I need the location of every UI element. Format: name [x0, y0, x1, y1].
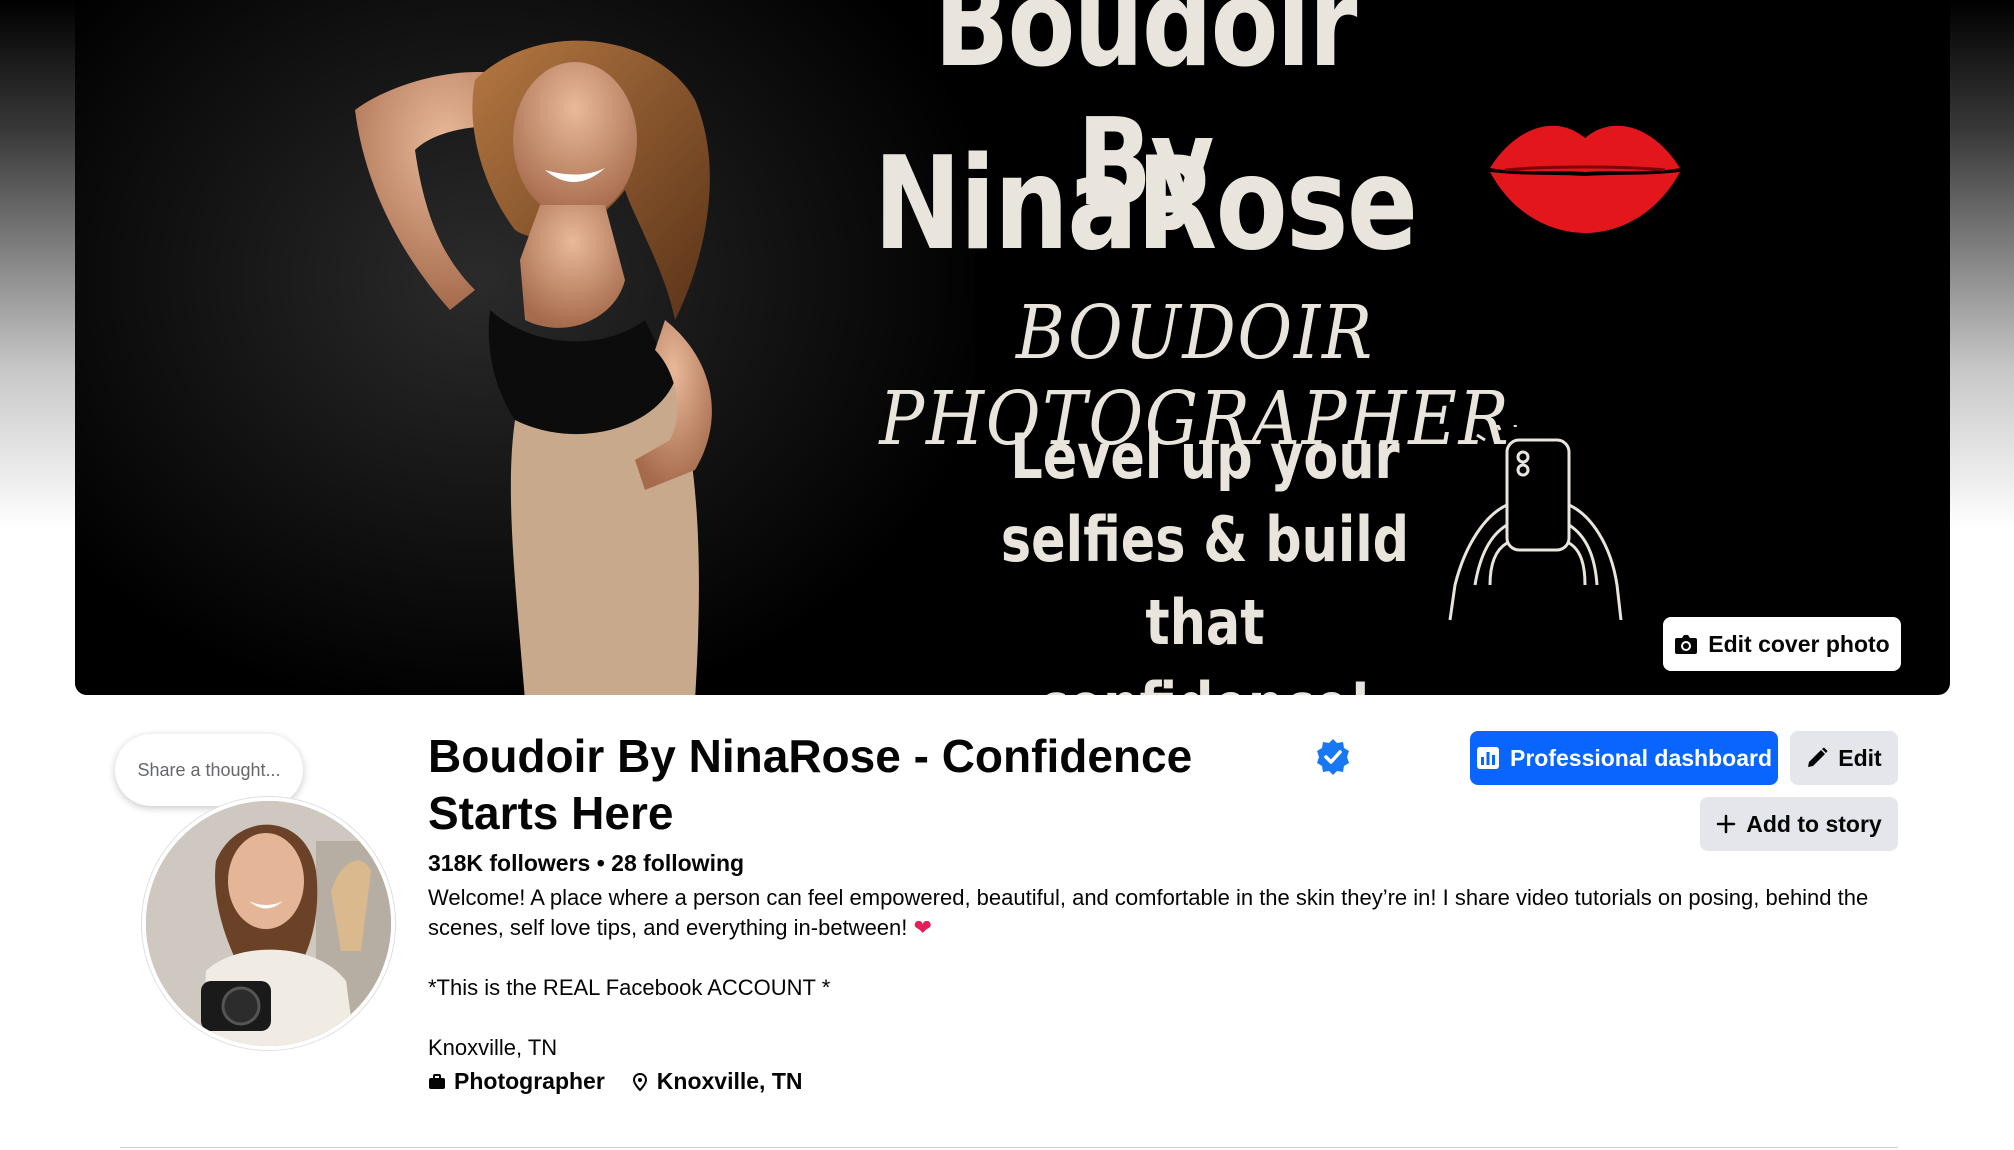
verified-badge-icon: [1317, 739, 1349, 775]
camera-icon: [1675, 635, 1698, 654]
pencil-icon: [1808, 747, 1828, 767]
heart-emoji-icon: ❤: [913, 915, 932, 940]
add-to-story-button[interactable]: Add to story: [1700, 797, 1898, 851]
follow-stats[interactable]: 318K followers • 28 following: [428, 850, 744, 877]
profile-avatar[interactable]: [142, 797, 395, 1050]
red-lips-icon: [1490, 125, 1680, 233]
cover-title-line2: NinaRose: [873, 130, 1418, 279]
page-meta-row: Photographer Knoxville, TN: [428, 1068, 802, 1095]
phone-hands-icon: [1448, 425, 1623, 621]
bio-spacer: [428, 943, 1888, 973]
profile-avatar-image: [146, 801, 391, 1046]
add-to-story-label: Add to story: [1746, 810, 1882, 837]
section-divider: [120, 1147, 1898, 1148]
cover-tagline: Level up your selfies & build that confi…: [959, 415, 1451, 695]
edit-label: Edit: [1838, 744, 1882, 771]
location-pin-icon: [632, 1072, 647, 1091]
page-category-label: Photographer: [454, 1068, 605, 1094]
cover-woman-image: [355, 40, 712, 695]
cover-tagline-line2: selfies & build that: [1000, 503, 1410, 659]
plus-icon: [1717, 814, 1736, 834]
share-thought-placeholder: Share a thought...: [137, 759, 281, 780]
bio-location: Knoxville, TN: [428, 1035, 558, 1060]
cover-photo[interactable]: Boudoir By NinaRose BOUDOIR PHOTOGRAPHER…: [75, 0, 1950, 695]
bio-intro-text: Welcome! A place where a person can feel…: [428, 885, 1869, 940]
bio-intro: Welcome! A place where a person can feel…: [428, 883, 1888, 943]
briefcase-icon: [429, 1073, 445, 1089]
dashboard-chart-icon: [1476, 747, 1499, 769]
bio-spacer: [428, 1003, 1888, 1033]
professional-dashboard-label: Professional dashboard: [1509, 744, 1772, 771]
page-title: Boudoir By NinaRose - Confidence Starts …: [428, 730, 1193, 839]
professional-dashboard-button[interactable]: Professional dashboard: [1470, 731, 1778, 785]
edit-cover-photo-label: Edit cover photo: [1708, 630, 1890, 657]
page-location-label: Knoxville, TN: [656, 1068, 803, 1094]
edit-button[interactable]: Edit: [1790, 731, 1898, 785]
page-location[interactable]: Knoxville, TN: [631, 1068, 803, 1095]
bio-real-account: *This is the REAL Facebook ACCOUNT *: [428, 975, 831, 1000]
edit-cover-photo-button[interactable]: Edit cover photo: [1663, 617, 1901, 671]
cover-tagline-line1: Level up your: [1010, 420, 1400, 493]
share-thought-bubble[interactable]: Share a thought...: [115, 734, 303, 806]
page-category: Photographer: [428, 1068, 605, 1095]
page-bio: Welcome! A place where a person can feel…: [428, 883, 1888, 1063]
cover-tagline-line3: confidence!: [959, 664, 1451, 695]
